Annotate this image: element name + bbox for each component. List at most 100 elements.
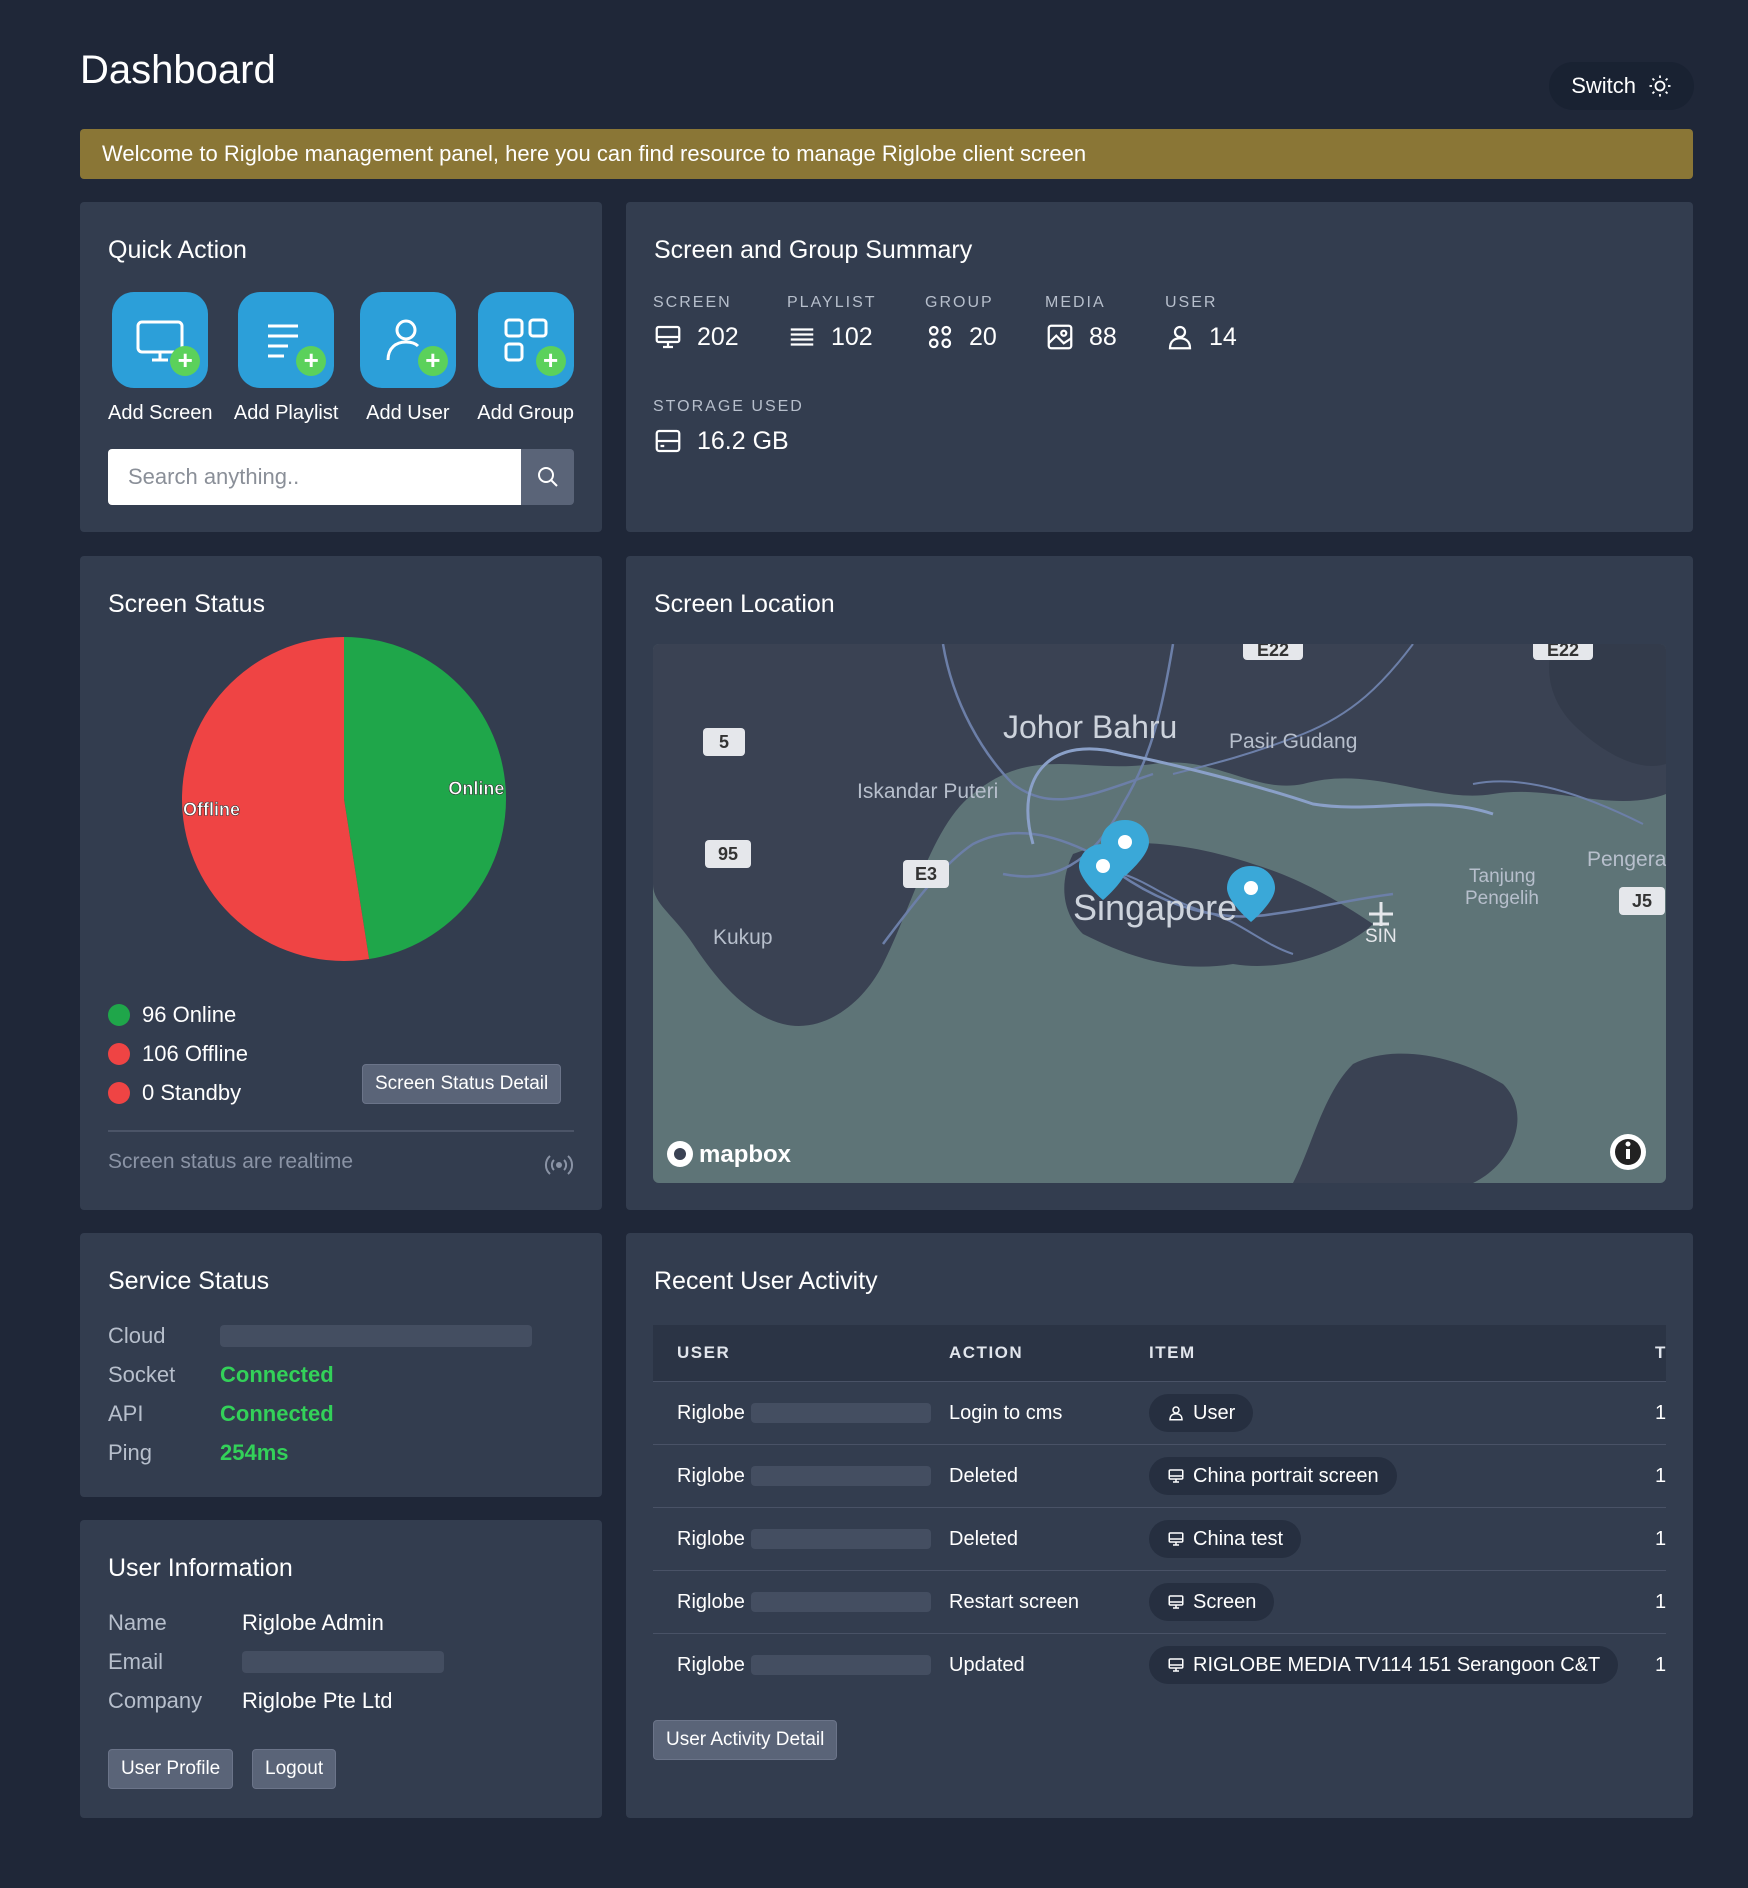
screen-location-card: Screen Location 5 95 E3 J5 E22 E22 Johor… xyxy=(626,556,1693,1210)
user-key: Name xyxy=(108,1610,167,1635)
legend-standby: 0 Standby xyxy=(108,1080,241,1106)
redacted-value xyxy=(242,1651,444,1673)
quick-action-title: Quick Action xyxy=(108,236,247,264)
service-row-api: API Connected xyxy=(108,1401,334,1427)
stat-label: USER xyxy=(1165,294,1218,311)
add-playlist-button[interactable]: + Add Playlist xyxy=(233,292,339,425)
user-key: Company xyxy=(108,1688,203,1713)
monitor-icon xyxy=(1168,1595,1184,1609)
monitor-icon xyxy=(1168,1469,1184,1483)
item-pill[interactable]: China portrait screen xyxy=(1149,1457,1397,1495)
screen-status-detail-button[interactable]: Screen Status Detail xyxy=(362,1064,562,1104)
add-playlist-label: Add Playlist xyxy=(233,402,339,424)
stat-value: 20 xyxy=(969,322,997,351)
map-label: J5 xyxy=(1632,891,1652,911)
row-time: 1 xyxy=(1655,1401,1666,1424)
user-information-title: User Information xyxy=(108,1554,293,1582)
column-header: ITEM xyxy=(1149,1343,1196,1362)
grid-plus-icon: + xyxy=(477,292,574,388)
table-header: USER ACTION ITEM T xyxy=(653,1325,1666,1381)
logout-button[interactable]: Logout xyxy=(252,1749,337,1789)
add-group-button[interactable]: + Add Group xyxy=(477,292,574,425)
realtime-note: Screen status are realtime xyxy=(108,1150,354,1173)
user-row-name: Name Riglobe Admin xyxy=(108,1610,384,1636)
theme-switch-button[interactable]: Switch xyxy=(1549,62,1694,110)
service-row-ping: Ping 254ms xyxy=(108,1440,289,1466)
map-label: E22 xyxy=(1547,644,1579,660)
search-input[interactable] xyxy=(108,449,521,505)
item-label: China test xyxy=(1193,1527,1284,1550)
stat-media: MEDIA 88 xyxy=(1045,294,1117,352)
add-screen-button[interactable]: + Add Screen xyxy=(108,292,213,425)
user-plus-icon: + xyxy=(359,292,456,388)
user-key: Email xyxy=(108,1649,164,1674)
monitor-icon xyxy=(1168,1532,1184,1546)
broadcast-icon xyxy=(544,1155,574,1175)
status-pie-chart: Online Offline xyxy=(179,634,509,964)
map-label: 5 xyxy=(719,732,729,752)
redacted-value xyxy=(750,1466,931,1486)
legend-dot xyxy=(108,1004,130,1026)
welcome-banner: Welcome to Riglobe management panel, her… xyxy=(80,129,1693,179)
stat-playlist: PLAYLIST 102 xyxy=(787,294,877,352)
location-map[interactable]: 5 95 E3 J5 E22 E22 Johor Bahru Pasir Gud… xyxy=(653,644,1666,1183)
storage-icon xyxy=(655,429,681,453)
monitor-icon xyxy=(1168,1658,1184,1672)
map-label: E3 xyxy=(915,864,937,884)
service-status-title: Service Status xyxy=(108,1267,270,1295)
table-row[interactable]: Riglobe Updated RIGLOBE MEDIA TV114 151 … xyxy=(653,1633,1666,1696)
map-label: E22 xyxy=(1257,644,1289,660)
switch-label: Switch xyxy=(1571,73,1636,98)
service-key: Socket xyxy=(108,1362,176,1387)
map-label: Johor Bahru xyxy=(1003,709,1177,745)
stat-value: 88 xyxy=(1089,322,1117,351)
table-row[interactable]: Riglobe Restart screen Screen 1 xyxy=(653,1570,1666,1633)
add-user-button[interactable]: + Add User xyxy=(359,292,456,425)
row-action: Deleted xyxy=(949,1527,1018,1550)
item-pill[interactable]: China test xyxy=(1149,1520,1302,1558)
add-screen-label: Add Screen xyxy=(108,402,213,424)
user-activity-detail-button[interactable]: User Activity Detail xyxy=(653,1720,838,1760)
grid-icon xyxy=(928,325,952,349)
table-row[interactable]: Riglobe Deleted China test 1 xyxy=(653,1507,1666,1570)
table-row[interactable]: Riglobe Login to cms User 1 xyxy=(653,1381,1666,1444)
redacted-value xyxy=(750,1529,931,1549)
user-information-card: User Information Name Riglobe Admin Emai… xyxy=(80,1520,602,1818)
page-title: Dashboard xyxy=(80,48,276,92)
add-user-label: Add User xyxy=(366,402,450,424)
service-row-socket: Socket Connected xyxy=(108,1362,334,1388)
image-icon xyxy=(1047,324,1073,350)
redacted-value xyxy=(750,1592,931,1612)
user-value: Riglobe Pte Ltd xyxy=(242,1688,393,1713)
row-time: 1 xyxy=(1655,1590,1666,1613)
row-time: 1 xyxy=(1655,1653,1666,1676)
stat-label: MEDIA xyxy=(1045,294,1106,311)
stat-value: 14 xyxy=(1209,322,1237,351)
add-group-label: Add Group xyxy=(477,402,574,424)
item-label: Screen xyxy=(1193,1590,1257,1613)
summary-title: Screen and Group Summary xyxy=(654,236,973,264)
item-label: User xyxy=(1193,1401,1236,1424)
info-icon[interactable] xyxy=(1610,1134,1646,1170)
legend-text: 96 Online xyxy=(142,1002,237,1027)
user-profile-button[interactable]: User Profile xyxy=(108,1749,234,1789)
stat-storage: STORAGE USED 16.2 GB xyxy=(653,398,804,456)
table-row[interactable]: Riglobe Deleted China portrait screen 1 xyxy=(653,1444,1666,1507)
item-pill[interactable]: User xyxy=(1149,1394,1254,1432)
legend-text: 106 Offline xyxy=(142,1041,249,1066)
redacted-value xyxy=(220,1325,532,1347)
column-header: USER xyxy=(677,1343,731,1362)
column-header: T xyxy=(1655,1343,1666,1362)
item-pill[interactable]: RIGLOBE MEDIA TV114 151 Serangoon C&T xyxy=(1149,1646,1619,1684)
row-user: Riglobe xyxy=(677,1590,745,1613)
search-button[interactable] xyxy=(521,449,574,505)
airport-icon xyxy=(1369,902,1393,926)
screen-status-card: Screen Status Online Offline 96 Online 10… xyxy=(80,556,602,1210)
service-status-card: Service Status Cloud Socket Connected AP… xyxy=(80,1233,602,1497)
divider xyxy=(108,1130,574,1132)
row-user: Riglobe xyxy=(677,1527,745,1550)
map-label: Pengelih xyxy=(1465,888,1539,909)
service-value: Connected xyxy=(220,1401,334,1426)
item-pill[interactable]: Screen xyxy=(1149,1583,1275,1621)
mapbox-attribution: mapbox xyxy=(699,1141,792,1168)
